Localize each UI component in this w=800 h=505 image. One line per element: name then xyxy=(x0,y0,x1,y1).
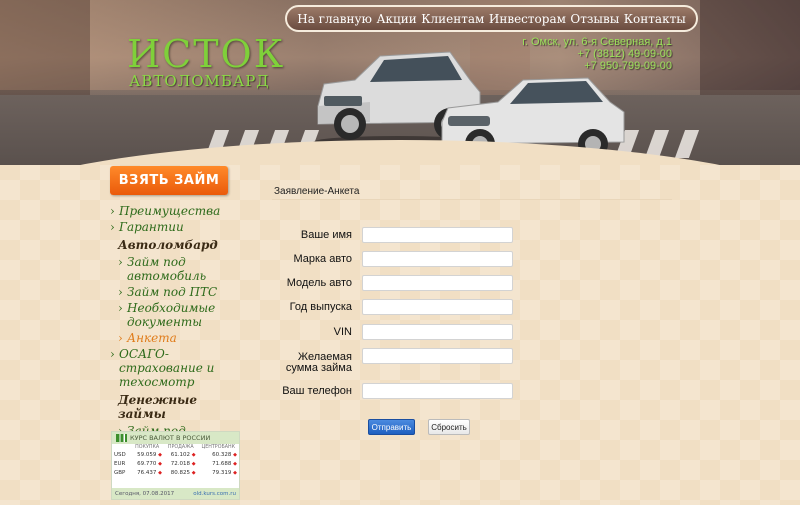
reset-button[interactable]: Сбросить xyxy=(428,419,470,435)
name-input[interactable] xyxy=(362,227,513,243)
brand-label: Марка авто xyxy=(293,253,352,265)
logo-subtitle: АВТОЛОМБАРД xyxy=(129,72,270,90)
model-input[interactable] xyxy=(362,275,513,291)
currency-date: Сегодня, 07.08.2017 xyxy=(115,490,175,497)
sidebar-item-advantages[interactable]: Преимущества xyxy=(110,204,240,218)
diamond-icon: ◆ xyxy=(158,470,162,476)
currency-col-sell: ПРОДАЖА xyxy=(167,445,194,450)
currency-buy: 59.059 xyxy=(137,452,157,458)
currency-buy: 69.770 xyxy=(137,461,157,467)
vin-input[interactable] xyxy=(362,324,513,340)
submit-button[interactable]: Отправить xyxy=(368,419,415,435)
banner-building xyxy=(0,0,90,110)
main-nav: На главную Акции Клиентам Инвесторам Отз… xyxy=(285,5,698,32)
nav-reviews[interactable]: Отзывы xyxy=(570,12,619,26)
sidebar: ВЗЯТЬ ЗАЙМ Преимущества Гарантии Автолом… xyxy=(110,166,240,454)
contact-phone-2[interactable]: +7 950-799-09-00 xyxy=(522,60,672,72)
diamond-icon: ◆ xyxy=(233,470,237,476)
diamond-icon: ◆ xyxy=(191,461,196,467)
diamond-icon: ◆ xyxy=(191,452,196,458)
nav-clients[interactable]: Клиентам xyxy=(421,12,484,26)
amount-label: Желаемая сумма займа xyxy=(252,352,352,374)
currency-col-buy: ПОКУПКА xyxy=(135,445,160,450)
sidebar-item-documents[interactable]: Необходимые документы xyxy=(118,301,240,329)
page-title: Заявление-Анкета xyxy=(274,186,360,197)
currency-source-link[interactable]: old.kurs.com.ru xyxy=(193,491,236,497)
diamond-icon: ◆ xyxy=(233,452,237,458)
header-banner: ИСТОК АВТОЛОМБАРД На главную Акции Клиен… xyxy=(0,0,800,165)
nav-home[interactable]: На главную xyxy=(297,12,372,26)
logo-title: ИСТОК xyxy=(127,32,286,76)
year-input[interactable] xyxy=(362,299,513,315)
phone-label: Ваш телефон xyxy=(282,385,352,397)
currency-code: USD xyxy=(114,452,126,458)
currency-row: USD 59.059 ◆ 61.102 ◆ 60.328 ◆ xyxy=(112,451,239,460)
currency-sell: 72.018 xyxy=(170,461,190,467)
currency-header-row: ПОКУПКА ПРОДАЖА ЦЕНТРОБАНК xyxy=(112,444,239,451)
diamond-icon: ◆ xyxy=(158,461,162,467)
currency-footer: Сегодня, 07.08.2017 old.kurs.com.ru xyxy=(112,488,239,499)
diamond-icon: ◆ xyxy=(191,470,196,476)
name-label: Ваше имя xyxy=(300,229,352,241)
nav-investors[interactable]: Инвесторам xyxy=(489,12,566,26)
contact-phone-1[interactable]: +7 (3812) 49-09-00 xyxy=(522,48,672,60)
amount-label-line-2: сумма займа xyxy=(285,362,352,374)
currency-cb: 79.319 xyxy=(212,470,232,476)
currency-table: ПОКУПКА ПРОДАЖА ЦЕНТРОБАНК USD 59.059 ◆ … xyxy=(112,444,239,478)
phone-input[interactable] xyxy=(362,383,513,399)
sidebar-heading-autolombard: Автоломбард xyxy=(118,238,218,252)
currency-header: КУРС ВАЛЮТ В РОССИИ xyxy=(112,432,239,444)
sidebar-item-application[interactable]: Анкета xyxy=(118,331,240,345)
site-logo[interactable]: ИСТОК АВТОЛОМБАРД xyxy=(127,35,285,89)
diamond-icon: ◆ xyxy=(158,452,162,458)
currency-sell: 80.825 xyxy=(170,470,190,476)
currency-widget[interactable]: КУРС ВАЛЮТ В РОССИИ ПОКУПКА ПРОДАЖА ЦЕНТ… xyxy=(111,431,240,500)
chart-icon xyxy=(116,434,127,442)
nav-promotions[interactable]: Акции xyxy=(376,12,416,26)
brand-input[interactable] xyxy=(362,251,513,267)
sidebar-menu: Преимущества Гарантии Автоломбард Займ п… xyxy=(110,204,240,452)
currency-cb: 60.328 xyxy=(212,452,232,458)
sidebar-item-osago[interactable]: ОСАГО-страхование и техосмотр xyxy=(110,347,240,389)
contact-address: г. Омск, ул. 6-я Северная, д.1 xyxy=(522,36,672,48)
currency-buy: 76.437 xyxy=(137,470,157,476)
currency-sell: 61.102 xyxy=(170,452,190,458)
currency-row: EUR 69.770 ◆ 72.018 ◆ 71.688 ◆ xyxy=(112,460,239,469)
vin-label: VIN xyxy=(333,326,352,338)
sidebar-item-guarantees[interactable]: Гарантии xyxy=(110,220,240,234)
nav-contacts[interactable]: Контакты xyxy=(624,12,686,26)
currency-code: GBP xyxy=(114,470,126,476)
amount-input[interactable] xyxy=(362,348,513,364)
model-label: Модель авто xyxy=(286,277,352,289)
currency-col-code xyxy=(112,444,130,451)
diamond-icon: ◆ xyxy=(233,461,237,467)
currency-code: EUR xyxy=(114,461,126,467)
title-divider xyxy=(272,199,672,200)
contact-info: г. Омск, ул. 6-я Северная, д.1 +7 (3812)… xyxy=(522,36,672,72)
currency-title: КУРС ВАЛЮТ В РОССИИ xyxy=(130,434,211,442)
sidebar-item-loan-pts[interactable]: Займ под ПТС xyxy=(118,285,240,299)
currency-col-cb: ЦЕНТРОБАНК xyxy=(201,445,236,450)
get-loan-button[interactable]: ВЗЯТЬ ЗАЙМ xyxy=(110,166,228,195)
sidebar-item-loan-car[interactable]: Займ под автомобиль xyxy=(118,255,240,283)
currency-cb: 71.688 xyxy=(212,461,232,467)
year-label: Год выпуска xyxy=(289,301,352,313)
currency-row: GBP 76.437 ◆ 80.825 ◆ 79.319 ◆ xyxy=(112,469,239,478)
sidebar-heading-money-loans: Денежные займы xyxy=(118,393,197,421)
